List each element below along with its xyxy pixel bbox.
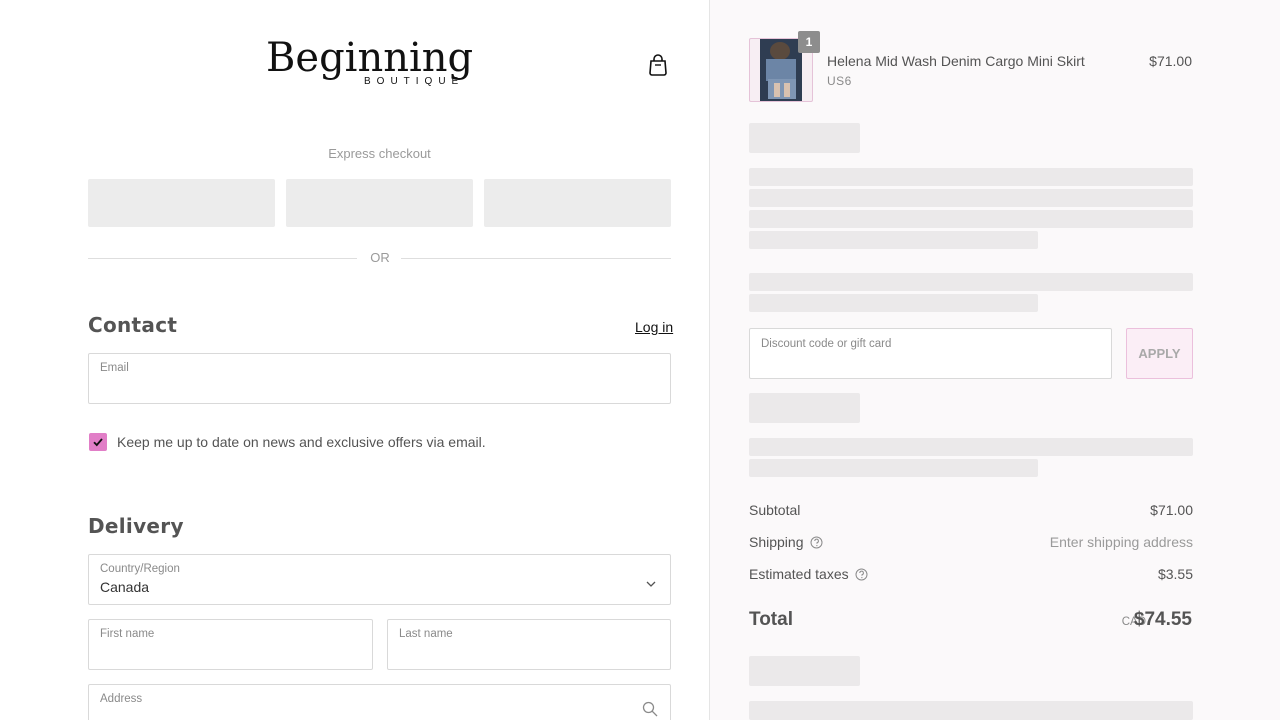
taxes-value: $3.55: [1157, 566, 1193, 582]
check-icon: [93, 438, 103, 447]
contact-heading: Contact: [88, 313, 178, 337]
first-name-label: First name: [100, 628, 155, 640]
loading-skeleton: [749, 123, 860, 153]
loading-skeleton: [749, 393, 860, 423]
address-field[interactable]: Address: [88, 684, 671, 720]
country-value: Canada: [100, 579, 150, 595]
last-name-label: Last name: [399, 628, 453, 640]
email-field[interactable]: Email: [88, 353, 671, 404]
discount-code-input[interactable]: Discount code or gift card: [749, 328, 1112, 379]
total-label: Total: [749, 609, 793, 630]
divider-line-left: [88, 258, 357, 259]
divider-line-right: [401, 258, 671, 259]
country-label: Country/Region: [100, 563, 180, 575]
chevron-down-icon: [646, 575, 656, 593]
last-name-field[interactable]: Last name: [387, 619, 671, 670]
subtotal-label: Subtotal: [749, 502, 801, 518]
shipping-label-wrap: Shipping: [749, 534, 823, 552]
apply-discount-button[interactable]: APPLY: [1126, 328, 1193, 379]
login-link[interactable]: Log in: [635, 319, 673, 335]
loading-skeleton: [749, 273, 1193, 291]
or-text: OR: [370, 250, 390, 265]
help-icon[interactable]: [810, 536, 823, 552]
delivery-heading: Delivery: [88, 514, 184, 538]
help-icon[interactable]: [855, 568, 868, 584]
loading-skeleton: [749, 459, 1038, 477]
express-pay-button-2[interactable]: [286, 179, 473, 227]
or-divider: OR: [88, 250, 671, 268]
loading-skeleton: [749, 168, 1193, 186]
country-select[interactable]: Country/Region Canada: [88, 554, 671, 605]
newsletter-label: Keep me up to date on news and exclusive…: [117, 434, 486, 450]
loading-skeleton: [749, 231, 1038, 249]
loading-skeleton: [749, 210, 1193, 228]
email-label: Email: [100, 362, 129, 374]
address-label: Address: [100, 693, 143, 705]
loading-skeleton: [749, 189, 1193, 207]
newsletter-checkbox[interactable]: [89, 433, 107, 451]
loading-skeleton: [749, 656, 860, 686]
product-name: Helena Mid Wash Denim Cargo Mini Skirt: [827, 53, 1085, 69]
express-pay-button-3[interactable]: [484, 179, 671, 227]
order-summary: 1 Helena Mid Wash Denim Cargo Mini Skirt…: [709, 0, 1280, 720]
loading-skeleton: [749, 438, 1193, 456]
taxes-label: Estimated taxes: [749, 566, 849, 582]
brand-tagline: BOUTIQUE: [364, 76, 465, 87]
shipping-value: Enter shipping address: [1049, 534, 1193, 550]
taxes-row: Estimated taxes $3.55: [749, 566, 1193, 586]
shipping-row: Shipping Enter shipping address: [749, 534, 1193, 554]
discount-placeholder: Discount code or gift card: [761, 338, 892, 350]
quantity-badge: 1: [798, 31, 820, 53]
shopping-bag-icon[interactable]: [648, 54, 670, 78]
express-pay-button-1[interactable]: [88, 179, 275, 227]
total-value: $74.55: [1133, 609, 1192, 630]
loading-skeleton: [749, 294, 1038, 312]
taxes-label-wrap: Estimated taxes: [749, 566, 868, 584]
product-price: $71.00: [1149, 53, 1192, 69]
product-variant: US6: [827, 74, 852, 88]
loading-skeleton: [749, 701, 1193, 720]
first-name-field[interactable]: First name: [88, 619, 373, 670]
express-checkout-label: Express checkout: [328, 146, 431, 161]
subtotal-row: Subtotal $71.00: [749, 502, 1193, 522]
subtotal-value: $71.00: [1150, 502, 1193, 518]
brand-logo[interactable]: Beginning BOUTIQUE: [266, 35, 494, 94]
brand-name: Beginning: [266, 35, 474, 81]
checkout-main: Beginning BOUTIQUE Express checkout OR C…: [0, 0, 709, 720]
shipping-label: Shipping: [749, 534, 804, 550]
search-icon[interactable]: [642, 701, 658, 720]
